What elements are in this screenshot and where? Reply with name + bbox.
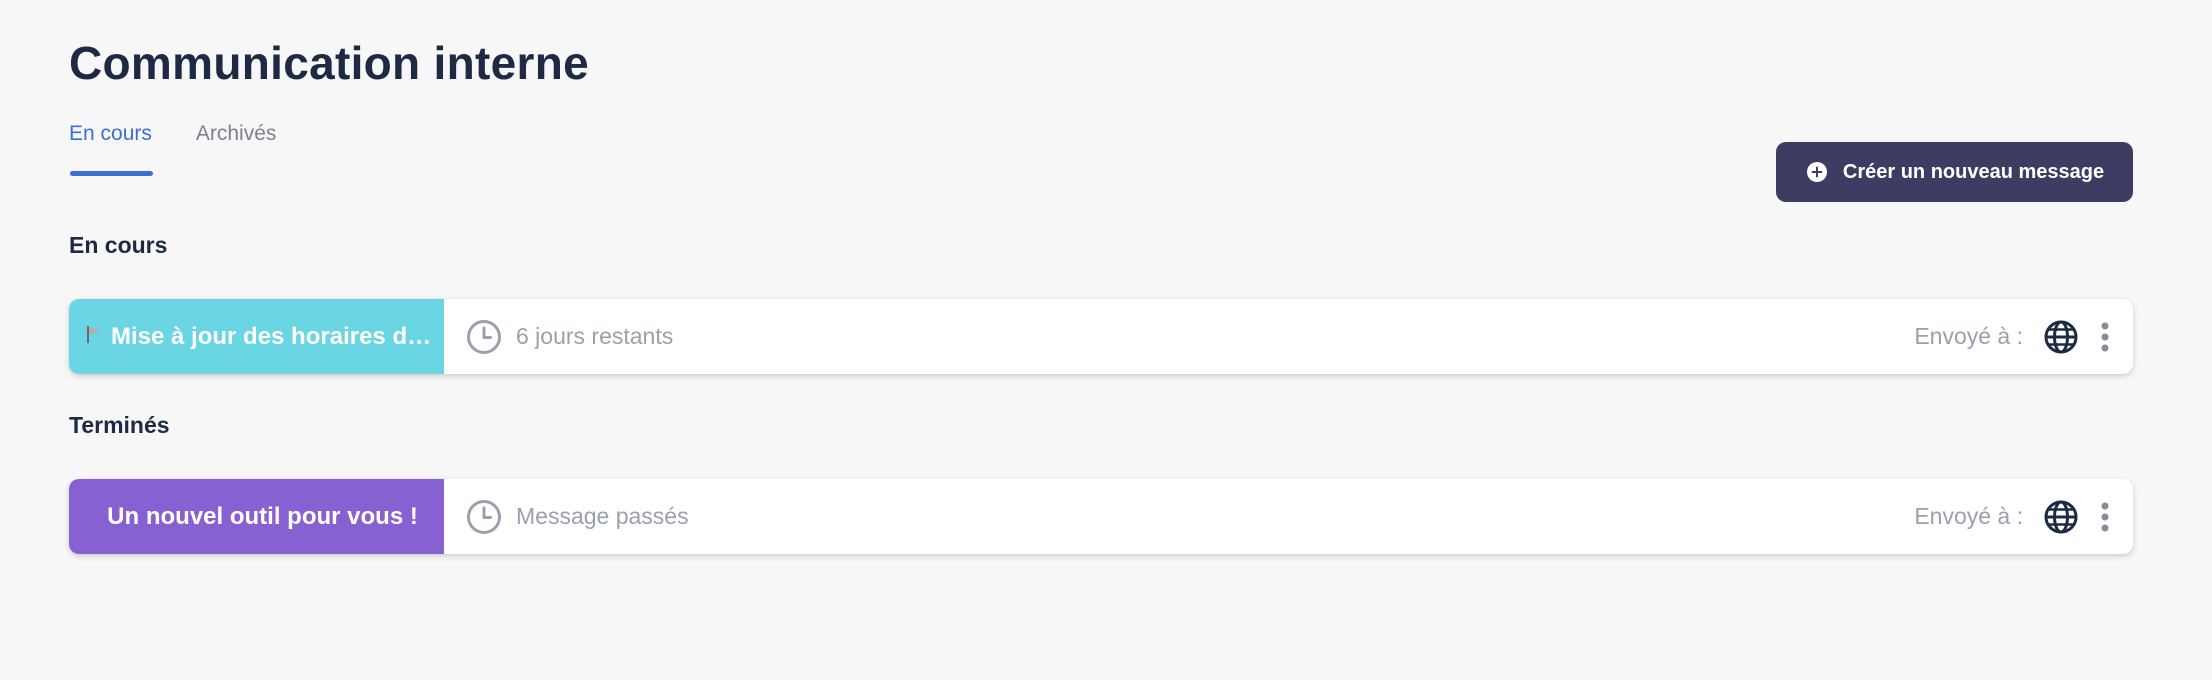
sent-to-label: Envoyé à : xyxy=(1914,323,2023,349)
create-message-label: Créer un nouveau message xyxy=(1842,160,2105,183)
message-card-title-text: Mise à jour des horaires de… xyxy=(111,322,440,350)
message-card-status: 6 jours restants xyxy=(516,323,674,349)
message-card[interactable]: Un nouvel outil pour vous ! Message pass… xyxy=(69,479,2133,554)
flag-emoji-icon xyxy=(85,324,105,350)
message-card[interactable]: Mise à jour des horaires de… 6 jours res… xyxy=(69,299,2133,374)
more-vertical-icon[interactable] xyxy=(2099,322,2111,352)
clock-icon xyxy=(466,499,502,535)
tabs: En cours Archivés xyxy=(69,122,276,176)
section-heading-finished: Terminés xyxy=(69,412,170,438)
message-card-body: Message passés Envoyé à : xyxy=(444,479,2133,554)
plus-circle-icon xyxy=(1805,160,1829,184)
tab-en-cours[interactable]: En cours xyxy=(69,122,153,176)
message-card-body: 6 jours restants Envoyé à : xyxy=(444,299,2133,374)
tab-archives[interactable]: Archivés xyxy=(196,122,277,176)
more-vertical-icon[interactable] xyxy=(2099,502,2111,532)
clock-icon xyxy=(466,319,502,355)
globe-icon xyxy=(2043,319,2079,355)
globe-icon xyxy=(2043,499,2079,535)
create-message-button[interactable]: Créer un nouveau message xyxy=(1776,142,2133,202)
message-card-title-text: Un nouvel outil pour vous ! xyxy=(107,502,418,530)
message-card-title: Un nouvel outil pour vous ! xyxy=(69,479,444,554)
message-card-status: Message passés xyxy=(516,503,689,529)
message-card-title: Mise à jour des horaires de… xyxy=(69,299,444,374)
page-title: Communication interne xyxy=(69,37,590,89)
sent-to-label: Envoyé à : xyxy=(1914,503,2023,529)
section-heading-ongoing: En cours xyxy=(69,232,168,258)
